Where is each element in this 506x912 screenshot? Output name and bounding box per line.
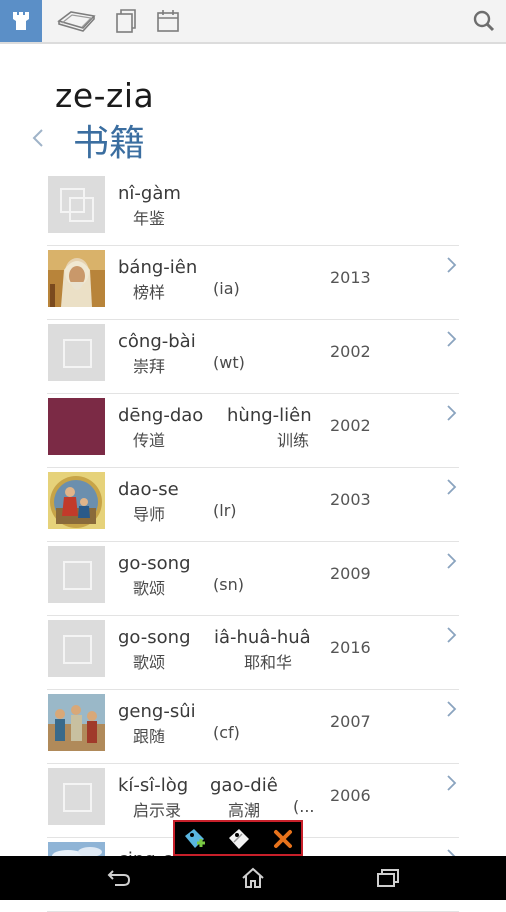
item-subtitle-2: 耶和华 bbox=[244, 653, 293, 672]
item-year: 2002 bbox=[330, 416, 371, 435]
painting-thumbnail bbox=[48, 694, 105, 751]
system-navigation-bar bbox=[0, 856, 506, 900]
chevron-right-icon bbox=[447, 405, 457, 421]
item-title: dao-se bbox=[118, 479, 179, 500]
item-year: 2016 bbox=[330, 638, 371, 657]
chevron-right-icon bbox=[447, 331, 457, 347]
placeholder-thumbnail bbox=[48, 546, 105, 603]
page-title: ze-zia bbox=[55, 76, 155, 115]
item-code: (... bbox=[293, 797, 315, 816]
item-subtitle: 导师 bbox=[133, 505, 166, 524]
page-subtitle: 书籍 bbox=[73, 123, 146, 164]
chevron-right-icon bbox=[447, 257, 457, 273]
item-title: go-song bbox=[118, 553, 191, 574]
chevron-right-icon bbox=[447, 479, 457, 495]
item-code: (lr) bbox=[213, 501, 237, 520]
tag-popup-toolbar bbox=[173, 820, 303, 856]
item-year: 2003 bbox=[330, 490, 371, 509]
chevron-right-icon bbox=[447, 627, 457, 643]
item-subtitle-2: 训练 bbox=[277, 431, 310, 450]
open-book-icon[interactable] bbox=[52, 0, 102, 42]
item-title-2: hùng-liên bbox=[227, 405, 312, 426]
back-icon[interactable] bbox=[103, 865, 135, 891]
item-subtitle: 榜样 bbox=[133, 283, 166, 302]
book-list: nî-gàm 年鉴 báng-iên 榜样 (ia) 2013 công-bài… bbox=[47, 172, 459, 912]
maroon-cover-thumbnail bbox=[48, 398, 105, 455]
list-item[interactable]: dēng-dao hùng-liên 传道 训练 2002 bbox=[47, 394, 459, 468]
list-item[interactable]: công-bài 崇拜 (wt) 2002 bbox=[47, 320, 459, 394]
item-subtitle: 传道 bbox=[133, 431, 166, 450]
back-chevron-icon[interactable] bbox=[28, 124, 48, 152]
item-subtitle: 歌颂 bbox=[133, 579, 166, 598]
top-toolbar bbox=[0, 0, 506, 44]
item-code: (cf) bbox=[213, 723, 240, 742]
item-subtitle: 启示录 bbox=[133, 801, 182, 820]
placeholder-thumbnail bbox=[48, 768, 105, 825]
list-item[interactable]: geng-sûi 跟随 (cf) 2007 bbox=[47, 690, 459, 764]
chevron-right-icon bbox=[447, 775, 457, 791]
item-title: geng-sûi bbox=[118, 701, 196, 722]
item-code: (sn) bbox=[213, 575, 244, 594]
item-title-2: iâ-huâ-huâ bbox=[214, 627, 311, 648]
item-subtitle-2: 高潮 bbox=[228, 801, 261, 820]
tag-add-icon[interactable] bbox=[181, 825, 209, 853]
item-title: kí-sî-lòg bbox=[118, 775, 189, 796]
list-item[interactable]: go-song iâ-huâ-huâ 歌颂 耶和华 2016 bbox=[47, 616, 459, 690]
close-icon[interactable] bbox=[269, 825, 297, 853]
tag-remove-icon[interactable] bbox=[225, 825, 253, 853]
painting-thumbnail bbox=[48, 472, 105, 529]
item-code: (wt) bbox=[213, 353, 245, 372]
item-year: 2013 bbox=[330, 268, 371, 287]
item-year: 2007 bbox=[330, 712, 371, 731]
chevron-right-icon bbox=[447, 553, 457, 569]
list-item[interactable]: dao-se 导师 (lr) 2003 bbox=[47, 468, 459, 542]
item-title-2: gao-diê bbox=[210, 775, 278, 796]
home-icon[interactable] bbox=[237, 865, 269, 891]
item-subtitle: 崇拜 bbox=[133, 357, 166, 376]
item-subtitle: 年鉴 bbox=[133, 209, 166, 228]
calendar-icon[interactable] bbox=[152, 0, 184, 42]
placeholder-thumbnail bbox=[48, 620, 105, 677]
item-title: nî-gàm bbox=[118, 183, 181, 204]
list-item[interactable]: báng-iên 榜样 (ia) 2013 bbox=[47, 246, 459, 320]
search-icon[interactable] bbox=[464, 0, 504, 42]
list-item[interactable]: nî-gàm 年鉴 bbox=[47, 172, 459, 246]
painting-thumbnail bbox=[48, 250, 105, 307]
placeholder-thumbnail bbox=[48, 324, 105, 381]
home-tower-icon[interactable] bbox=[0, 0, 42, 42]
item-year: 2002 bbox=[330, 342, 371, 361]
item-title: dēng-dao bbox=[118, 405, 204, 426]
chevron-right-icon bbox=[447, 701, 457, 717]
pages-icon[interactable] bbox=[110, 0, 142, 42]
item-code: (ia) bbox=[213, 279, 240, 298]
placeholder-thumbnail bbox=[48, 176, 105, 233]
recent-apps-icon[interactable] bbox=[372, 865, 404, 891]
item-year: 2009 bbox=[330, 564, 371, 583]
item-year: 2006 bbox=[330, 786, 371, 805]
item-title: báng-iên bbox=[118, 257, 198, 278]
item-subtitle: 跟随 bbox=[133, 727, 166, 746]
item-subtitle: 歌颂 bbox=[133, 653, 166, 672]
item-title: công-bài bbox=[118, 331, 196, 352]
item-title: go-song bbox=[118, 627, 191, 648]
list-item[interactable]: go-song 歌颂 (sn) 2009 bbox=[47, 542, 459, 616]
